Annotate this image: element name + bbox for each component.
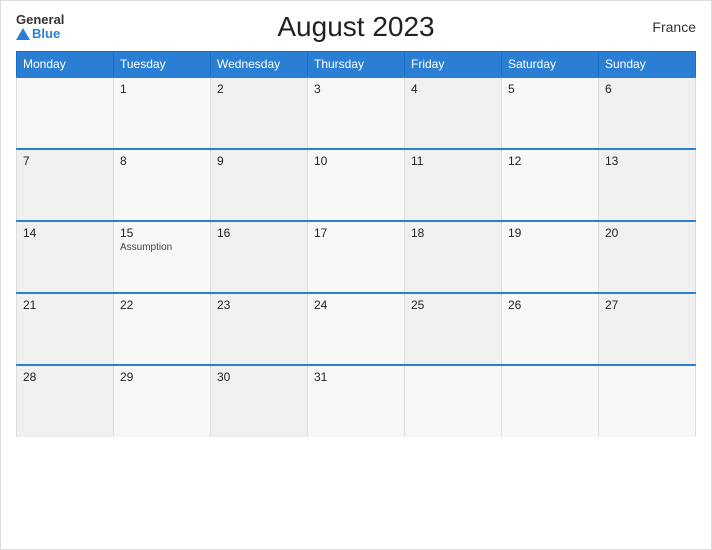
- week-row-3: 14 15 Assumption 16 17 18 19 20: [17, 221, 696, 293]
- day-number: 31: [314, 370, 398, 384]
- day-number: 6: [605, 82, 689, 96]
- day-cell-w3-d7: 20: [599, 221, 696, 293]
- calendar-title: August 2023: [277, 11, 434, 43]
- day-cell-w1-d6: 5: [502, 77, 599, 149]
- day-number: 14: [23, 226, 107, 240]
- day-cell-w2-d2: 8: [114, 149, 211, 221]
- logo-general-text: General: [16, 13, 64, 27]
- day-cell-w5-d4: 31: [308, 365, 405, 437]
- day-cell-w1-d2: 1: [114, 77, 211, 149]
- day-number: 5: [508, 82, 592, 96]
- week-row-2: 789 10 11 12 13: [17, 149, 696, 221]
- day-cell-w1-d3: 2: [211, 77, 308, 149]
- day-number: 12: [508, 154, 592, 168]
- day-cell-w2-d3: 9: [211, 149, 308, 221]
- day-number: 8: [120, 154, 204, 168]
- day-cell-w5-d2: 29: [114, 365, 211, 437]
- logo-blue-text: Blue: [16, 27, 64, 41]
- day-cell-w2-d1: 7: [17, 149, 114, 221]
- week-row-4: 21 22 23 24 25 26 27: [17, 293, 696, 365]
- day-cell-w4-d1: 21: [17, 293, 114, 365]
- day-number: 29: [120, 370, 204, 384]
- country-label: France: [652, 19, 696, 35]
- day-cell-w2-d6: 12: [502, 149, 599, 221]
- header-friday: Friday: [405, 52, 502, 78]
- day-number: 26: [508, 298, 592, 312]
- day-cell-w1-d4: 3: [308, 77, 405, 149]
- day-cell-w4-d7: 27: [599, 293, 696, 365]
- day-cell-w4-d4: 24: [308, 293, 405, 365]
- day-number: 19: [508, 226, 592, 240]
- header-tuesday: Tuesday: [114, 52, 211, 78]
- day-cell-w3-d4: 17: [308, 221, 405, 293]
- week-row-1: 123456: [17, 77, 696, 149]
- day-cell-w5-d3: 30: [211, 365, 308, 437]
- header-thursday: Thursday: [308, 52, 405, 78]
- calendar-container: General Blue August 2023 France Monday T…: [0, 0, 712, 550]
- day-number: 3: [314, 82, 398, 96]
- day-cell-w5-d1: 28: [17, 365, 114, 437]
- day-cell-w3-d3: 16: [211, 221, 308, 293]
- day-number: 16: [217, 226, 301, 240]
- day-cell-w5-d6: [502, 365, 599, 437]
- day-number: 20: [605, 226, 689, 240]
- day-number: 10: [314, 154, 398, 168]
- day-cell-w3-d5: 18: [405, 221, 502, 293]
- day-number: 21: [23, 298, 107, 312]
- day-number: 1: [120, 82, 204, 96]
- calendar-table: Monday Tuesday Wednesday Thursday Friday…: [16, 51, 696, 437]
- header-sunday: Sunday: [599, 52, 696, 78]
- day-number: 24: [314, 298, 398, 312]
- day-number: 11: [411, 154, 495, 168]
- day-number: 7: [23, 154, 107, 168]
- day-cell-w2-d7: 13: [599, 149, 696, 221]
- days-header-row: Monday Tuesday Wednesday Thursday Friday…: [17, 52, 696, 78]
- day-number: 9: [217, 154, 301, 168]
- day-number: 30: [217, 370, 301, 384]
- day-cell-w1-d5: 4: [405, 77, 502, 149]
- logo-triangle-icon: [16, 28, 30, 40]
- day-cell-w1-d1: [17, 77, 114, 149]
- day-number: 13: [605, 154, 689, 168]
- day-cell-w5-d7: [599, 365, 696, 437]
- day-cell-w3-d6: 19: [502, 221, 599, 293]
- day-cell-w1-d7: 6: [599, 77, 696, 149]
- day-event: Assumption: [120, 242, 204, 253]
- day-cell-w2-d4: 10: [308, 149, 405, 221]
- day-number: 18: [411, 226, 495, 240]
- day-number: 2: [217, 82, 301, 96]
- day-cell-w3-d2: 15 Assumption: [114, 221, 211, 293]
- day-cell-w4-d5: 25: [405, 293, 502, 365]
- logo: General Blue: [16, 13, 64, 42]
- day-cell-w5-d5: [405, 365, 502, 437]
- day-number: 15: [120, 226, 204, 240]
- day-number: 27: [605, 298, 689, 312]
- day-cell-w4-d6: 26: [502, 293, 599, 365]
- day-number: 4: [411, 82, 495, 96]
- calendar-header: General Blue August 2023 France: [16, 11, 696, 43]
- day-number: 23: [217, 298, 301, 312]
- header-monday: Monday: [17, 52, 114, 78]
- header-wednesday: Wednesday: [211, 52, 308, 78]
- week-row-5: 28 29 30 31: [17, 365, 696, 437]
- day-cell-w4-d3: 23: [211, 293, 308, 365]
- day-number: 25: [411, 298, 495, 312]
- header-saturday: Saturday: [502, 52, 599, 78]
- day-cell-w4-d2: 22: [114, 293, 211, 365]
- day-number: 28: [23, 370, 107, 384]
- day-number: 17: [314, 226, 398, 240]
- day-number: 22: [120, 298, 204, 312]
- day-cell-w2-d5: 11: [405, 149, 502, 221]
- day-cell-w3-d1: 14: [17, 221, 114, 293]
